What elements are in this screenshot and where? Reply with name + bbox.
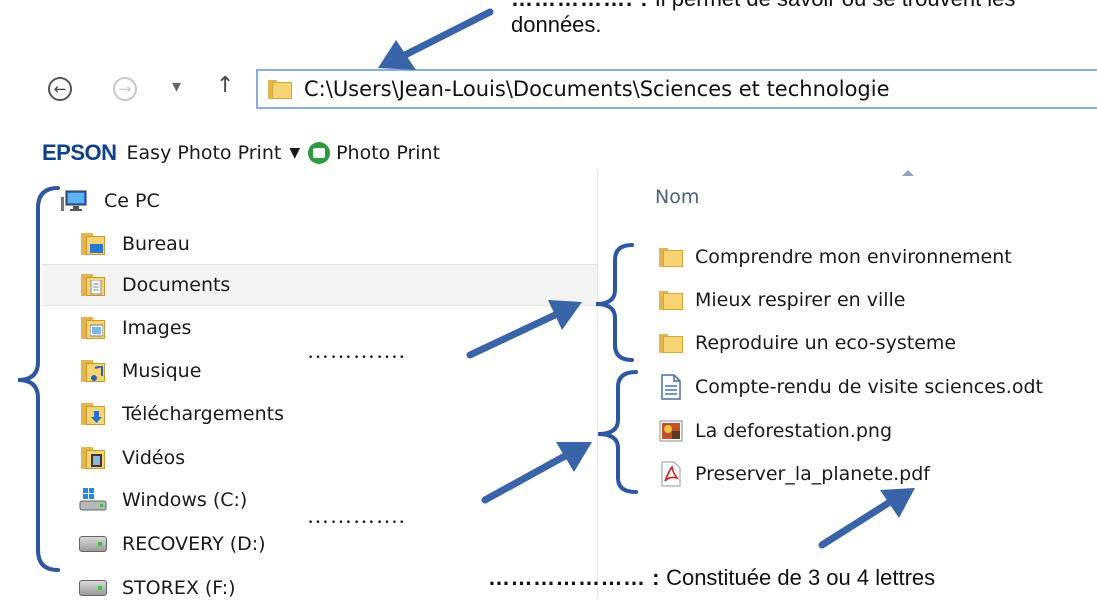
extension-arrow [818,498,894,549]
files-arrow [481,452,569,504]
address-arrow [401,8,494,59]
folders-brace [595,243,634,362]
sidebar-brace [17,186,60,572]
files-brace [597,370,638,494]
folders-arrow [466,311,559,359]
annotation-overlay [17,8,915,572]
